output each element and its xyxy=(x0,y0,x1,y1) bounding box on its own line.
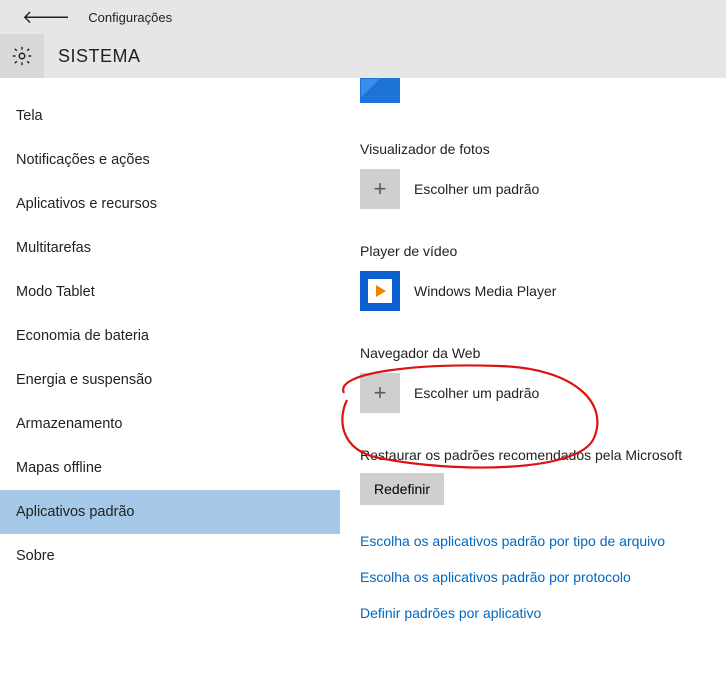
header-main: SISTEMA xyxy=(0,34,726,78)
category-label: Player de vídeo xyxy=(360,243,716,259)
choice-row[interactable]: Windows Media Player xyxy=(360,271,716,311)
sidebar-item-1[interactable]: Notificações e ações xyxy=(0,138,340,182)
header: 🡐 Configurações SISTEMA xyxy=(0,0,726,78)
choice-label: Escolher um padrão xyxy=(414,385,539,401)
sidebar-item-5[interactable]: Economia de bateria xyxy=(0,314,340,358)
sidebar-item-0[interactable]: Tela xyxy=(0,94,340,138)
sidebar-item-8[interactable]: Mapas offline xyxy=(0,446,340,490)
section-title: SISTEMA xyxy=(58,46,141,67)
restore-defaults-section: Restaurar os padrões recomendados pela M… xyxy=(360,447,716,505)
choice-row[interactable]: + Escolher um padrão xyxy=(360,169,716,209)
sidebar-item-4[interactable]: Modo Tablet xyxy=(0,270,340,314)
category-label: Navegador da Web xyxy=(360,345,716,361)
category-0: Visualizador de fotos + Escolher um padrão xyxy=(350,141,716,209)
plus-icon[interactable]: + xyxy=(360,373,400,413)
restore-label: Restaurar os padrões recomendados pela M… xyxy=(360,447,716,463)
sidebar-item-2[interactable]: Aplicativos e recursos xyxy=(0,182,340,226)
sidebar-item-10[interactable]: Sobre xyxy=(0,534,340,578)
sidebar: TelaNotificações e açõesAplicativos e re… xyxy=(0,78,340,698)
category-label: Visualizador de fotos xyxy=(360,141,716,157)
link-0[interactable]: Escolha os aplicativos padrão por tipo d… xyxy=(360,533,716,549)
sidebar-item-9[interactable]: Aplicativos padrão xyxy=(0,490,340,534)
back-arrow-icon[interactable]: 🡐 xyxy=(22,7,70,28)
link-2[interactable]: Definir padrões por aplicativo xyxy=(360,605,716,621)
sidebar-item-7[interactable]: Armazenamento xyxy=(0,402,340,446)
reset-button[interactable]: Redefinir xyxy=(360,473,444,505)
wmp-icon[interactable] xyxy=(360,271,400,311)
app-title: Configurações xyxy=(88,10,172,25)
category-1: Player de vídeo Windows Media Player xyxy=(350,243,716,311)
choice-label: Windows Media Player xyxy=(414,283,556,299)
plus-icon[interactable]: + xyxy=(360,169,400,209)
sidebar-item-6[interactable]: Energia e suspensão xyxy=(0,358,340,402)
main-content: Visualizador de fotos + Escolher um padrão… xyxy=(340,78,726,698)
gear-icon xyxy=(0,34,44,78)
links-section: Escolha os aplicativos padrão por tipo d… xyxy=(360,533,716,621)
sidebar-item-3[interactable]: Multitarefas xyxy=(0,226,340,270)
link-1[interactable]: Escolha os aplicativos padrão por protoc… xyxy=(360,569,716,585)
category-2: Navegador da Web + Escolher um padrão xyxy=(350,345,716,413)
header-top: 🡐 Configurações xyxy=(0,0,726,34)
choice-label: Escolher um padrão xyxy=(414,181,539,197)
previous-app-tile[interactable] xyxy=(360,78,400,103)
choice-row[interactable]: + Escolher um padrão xyxy=(360,373,716,413)
